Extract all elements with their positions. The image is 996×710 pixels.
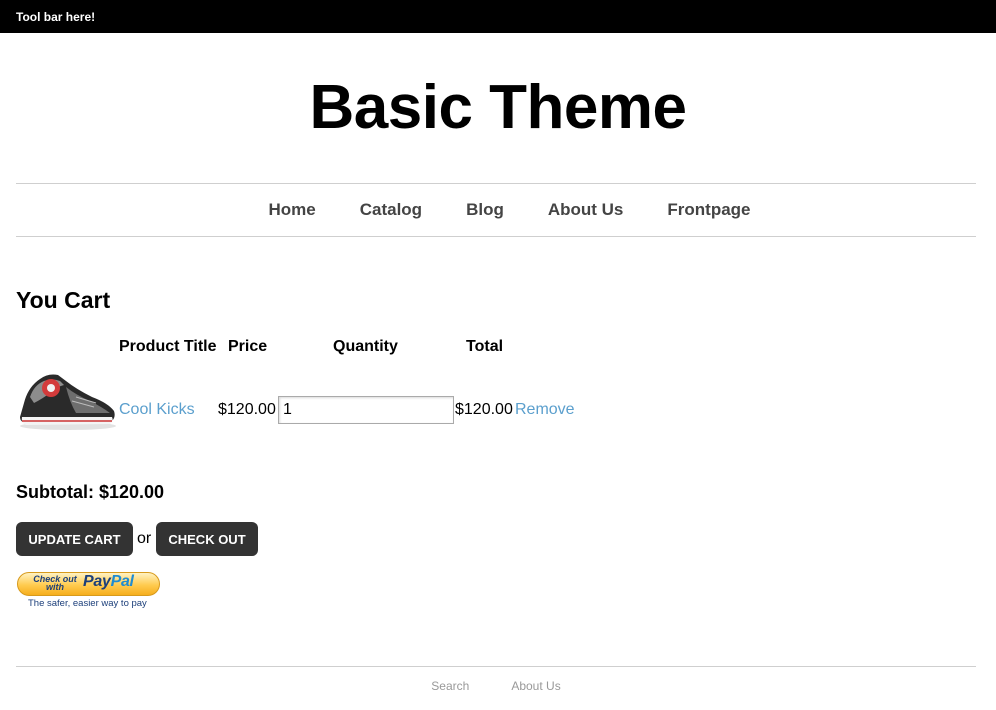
remove-link[interactable]: Remove bbox=[515, 401, 575, 419]
cart-heading: You Cart bbox=[16, 287, 111, 313]
nav-home[interactable]: Home bbox=[268, 200, 315, 220]
update-cart-button[interactable]: Update Cart bbox=[16, 522, 133, 556]
footer-divider bbox=[16, 666, 976, 667]
footer-link-about-us[interactable]: About Us bbox=[511, 679, 560, 693]
paypal-checkout-button[interactable]: Check out with PayPal The safer, easier … bbox=[16, 571, 162, 613]
footer-nav: Search About Us bbox=[16, 676, 976, 696]
site-title[interactable]: Basic Theme bbox=[0, 72, 996, 144]
nav-frontpage[interactable]: Frontpage bbox=[667, 200, 750, 220]
item-price: $120.00 bbox=[218, 401, 276, 418]
column-header-total: Total bbox=[466, 338, 504, 355]
product-link[interactable]: Cool Kicks bbox=[119, 401, 195, 419]
column-header-product-title: Product Title bbox=[119, 338, 217, 355]
paypal-logo: PayPal bbox=[83, 573, 134, 591]
item-total: $120.00 bbox=[455, 401, 513, 418]
nav-divider-bottom bbox=[16, 236, 976, 237]
main-nav: Home Catalog Blog About Us Frontpage bbox=[16, 184, 976, 236]
paypal-logo-pal: Pal bbox=[110, 573, 134, 590]
nav-blog[interactable]: Blog bbox=[466, 200, 504, 220]
footer-link-search[interactable]: Search bbox=[431, 679, 469, 693]
check-out-button[interactable]: Check Out bbox=[156, 522, 258, 556]
column-header-price: Price bbox=[228, 338, 268, 355]
paypal-logo-pay: Pay bbox=[83, 573, 111, 590]
cart-subtotal: Subtotal: $120.00 bbox=[16, 482, 165, 502]
product-image-sneaker[interactable] bbox=[16, 367, 118, 433]
or-separator: or bbox=[137, 530, 152, 547]
paypal-tagline: The safer, easier way to pay bbox=[28, 598, 147, 609]
column-header-quantity: Quantity bbox=[333, 338, 398, 355]
quantity-input[interactable] bbox=[278, 396, 454, 424]
toolbar: Tool bar here! bbox=[0, 0, 996, 33]
nav-catalog[interactable]: Catalog bbox=[360, 200, 422, 220]
paypal-check-out-with: Check out with bbox=[33, 574, 77, 592]
nav-about-us[interactable]: About Us bbox=[548, 200, 624, 220]
